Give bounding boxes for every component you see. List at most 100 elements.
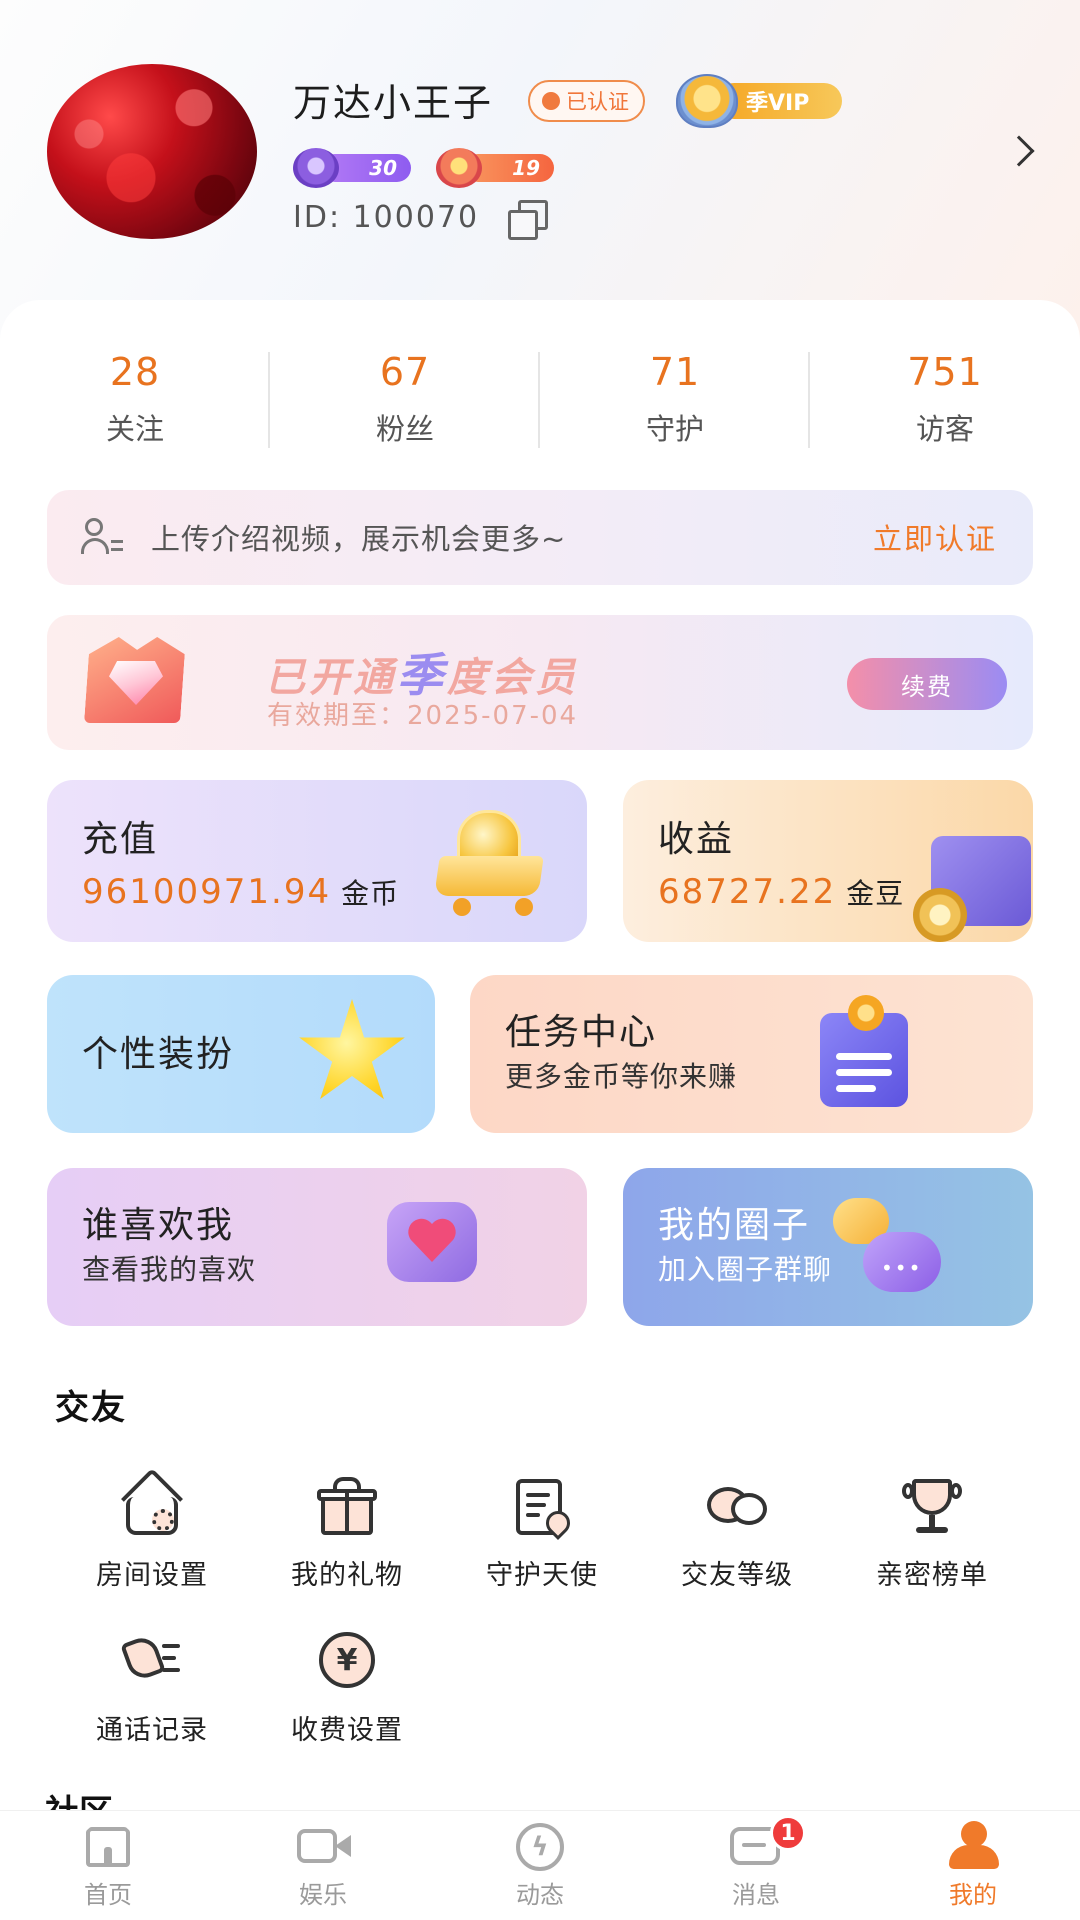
user-id: ID: 100070 [293,200,480,235]
stat-label: 守护 [645,412,704,446]
stat-value: 751 [907,350,983,394]
grid-item-label: 亲密榜单 [876,1560,988,1591]
stat-label: 访客 [915,412,974,446]
person-list-icon [81,518,123,558]
copy-icon[interactable] [508,200,548,240]
vip-expiry: 有效期至：2025-07-04 [267,701,579,731]
recharge-amount-row: 96100971.94 金币 [82,872,399,912]
intimacy-ranking-item[interactable]: 亲密榜单 [847,1475,1017,1592]
tab-moments[interactable]: ϟ 动态 [470,1821,610,1910]
section-title-community: 社区 [45,1790,113,1812]
tab-label: 动态 [516,1881,564,1909]
my-circle-title: 我的圈子 [658,1205,811,1246]
bean-balance: 68727.22 [658,872,837,912]
guardian-angel-item[interactable]: 守护天使 [457,1475,627,1592]
who-likes-me-tile[interactable]: 谁喜欢我 查看我的喜欢 [47,1168,587,1326]
coin-balance: 96100971.94 [82,872,332,912]
stat-label: 粉丝 [375,412,434,446]
renew-button[interactable]: 续费 [847,658,1007,710]
call-log-icon [120,1630,184,1692]
verified-label: 已认证 [566,90,629,114]
tab-label: 消息 [732,1881,780,1909]
yen-icon: ¥ [315,1630,379,1692]
unread-badge: 1 [770,1815,806,1851]
video-icon [295,1821,351,1869]
bottom-tab-bar: 首页 娱乐 ϟ 动态 1 消息 我的 [0,1810,1080,1920]
my-gifts-item[interactable]: 我的礼物 [262,1475,432,1592]
grid-item-label: 我的礼物 [291,1560,403,1591]
username: 万达小王子 [293,81,494,125]
charge-settings-item[interactable]: ¥ 收费设置 [262,1630,432,1747]
guardian-icon [510,1475,575,1540]
grid-item-label: 房间设置 [96,1560,208,1591]
who-likes-me-title: 谁喜欢我 [82,1205,235,1246]
grid-item-label: 通话记录 [96,1715,208,1746]
diamond-crown-icon [67,627,197,739]
wallet-icon [913,822,1033,942]
shopping-cart-icon [434,810,557,920]
tab-entertainment[interactable]: 娱乐 [253,1821,393,1910]
charm-level-icon [436,148,482,188]
room-settings-item[interactable]: 房间设置 [67,1467,237,1592]
vip-membership-card[interactable]: 已开通季度会员 有效期至：2025-07-04 续费 [47,615,1033,750]
room-settings-icon [120,1467,184,1537]
income-title: 收益 [658,819,735,860]
avatar[interactable] [47,64,257,239]
friend-level-item[interactable]: 交友等级 [652,1475,822,1592]
gift-icon [315,1475,379,1537]
call-log-item[interactable]: 通话记录 [67,1630,237,1747]
clipboard-icon [800,995,930,1115]
grid-item-label: 守护天使 [486,1560,598,1591]
grid-item-label: 交友等级 [681,1560,793,1591]
home-icon [80,1821,136,1869]
stat-guardians[interactable]: 71 守护 [540,350,810,448]
vip-shield-icon [676,74,738,128]
stat-following[interactable]: 28 关注 [0,350,270,448]
vip-title-em: 季 [397,648,447,702]
my-circle-tile[interactable]: 我的圈子 加入圈子群聊 ••• [623,1168,1033,1326]
recharge-tile[interactable]: 充值 96100971.94 金币 [47,780,587,942]
vip-label: 季VIP [746,91,810,116]
person-icon [945,1821,1001,1869]
income-amount-row: 68727.22 金豆 [658,872,904,912]
verified-badge: 已认证 [528,80,645,122]
upload-banner-text: 上传介绍视频，展示机会更多~ [151,522,567,556]
verified-icon [542,92,560,110]
task-center-tile[interactable]: 任务中心 更多金币等你来赚 [470,975,1033,1133]
chat-bubbles-icon: ••• [833,1198,943,1298]
vip-badge[interactable]: 季VIP [676,74,844,128]
stat-visitors[interactable]: 751 访客 [810,350,1080,448]
tab-label: 首页 [84,1881,132,1909]
stat-value: 71 [649,350,701,394]
tab-label: 我的 [949,1881,997,1909]
message-icon: 1 [728,1815,806,1869]
stat-fans[interactable]: 67 粉丝 [270,350,540,448]
who-likes-me-subtitle: 查看我的喜欢 [82,1253,257,1286]
bolt-icon: ϟ [512,1821,568,1871]
wealth-level-icon [293,148,339,188]
verify-now-link[interactable]: 立即认证 [873,516,997,558]
charm-level-badge: 19 [436,148,554,188]
my-circle-subtitle: 加入圈子群聊 [658,1253,833,1286]
star-icon [299,999,405,1100]
section-title-friends: 交友 [55,1388,127,1428]
tab-home[interactable]: 首页 [38,1821,178,1910]
tab-messages[interactable]: 1 消息 [686,1815,826,1910]
tab-mine[interactable]: 我的 [903,1821,1043,1910]
heart-bubble-icon [387,1202,477,1292]
trophy-icon [900,1475,964,1537]
dress-up-title: 个性装扮 [82,1034,235,1075]
stat-value: 67 [379,350,431,394]
recharge-title: 充值 [82,819,159,860]
task-center-title: 任务中心 [505,1012,658,1053]
bean-unit: 金豆 [846,877,905,910]
chat-level-icon [705,1475,769,1537]
task-center-subtitle: 更多金币等你来赚 [505,1060,738,1093]
coin-unit: 金币 [341,877,400,910]
charm-level-value: 19 [512,156,540,180]
stat-label: 关注 [105,412,164,446]
tab-label: 娱乐 [299,1881,347,1909]
upload-video-banner[interactable]: 上传介绍视频，展示机会更多~ 立即认证 [47,490,1033,585]
dress-up-tile[interactable]: 个性装扮 [47,975,435,1133]
income-tile[interactable]: 收益 68727.22 金豆 [623,780,1033,942]
